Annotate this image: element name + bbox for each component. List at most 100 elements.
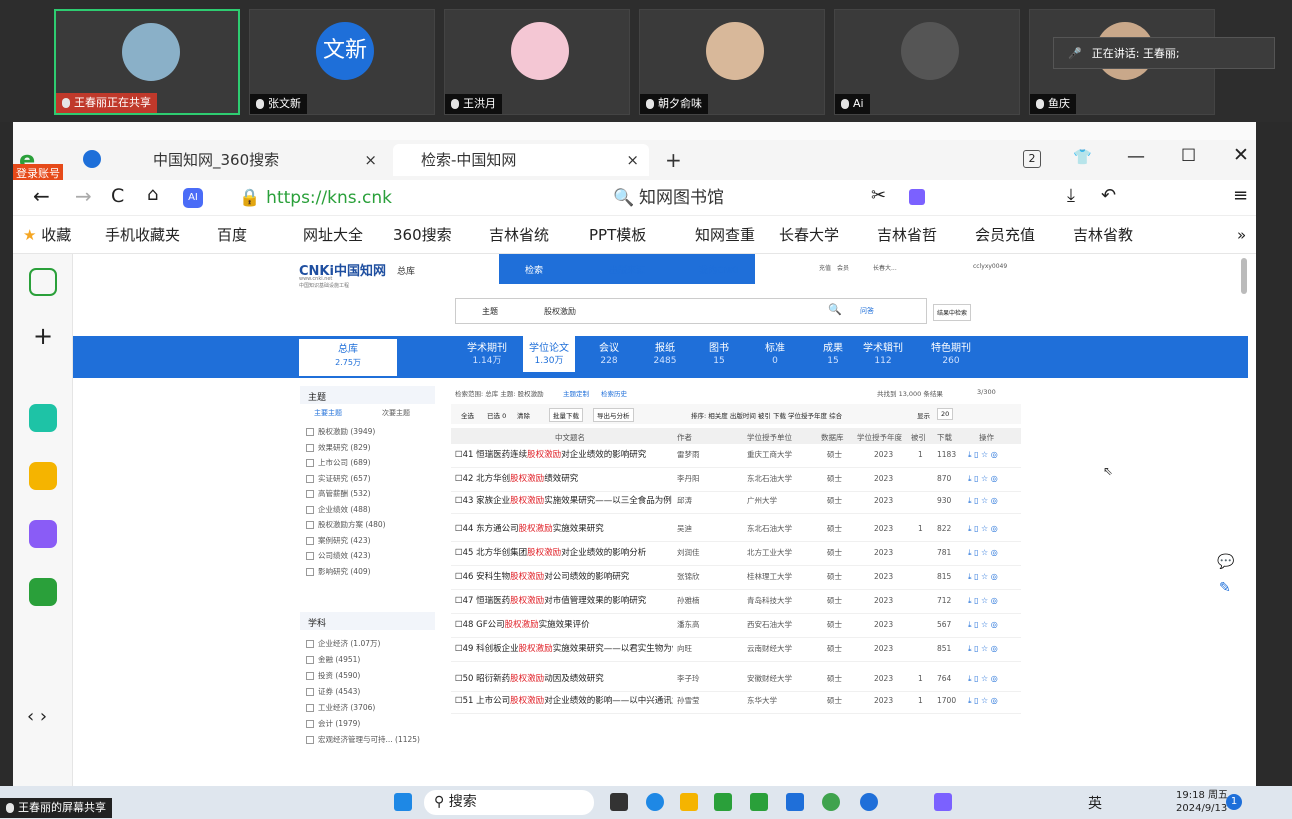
topic-filter-item[interactable]: 公司绩效 (423) bbox=[306, 550, 371, 561]
result-action-icons[interactable]: ⤓ ▯ ☆ ◎ bbox=[968, 670, 998, 688]
per-page-select[interactable]: 20 bbox=[937, 408, 954, 420]
tab-360-search[interactable]: 中国知网_360搜索 × bbox=[125, 144, 387, 176]
select-all-checkbox[interactable]: 全选 bbox=[461, 410, 474, 420]
clock[interactable]: 19:18 周五 2024/9/13 bbox=[1176, 789, 1228, 815]
participant-tile-4[interactable]: 朝夕俞味 bbox=[639, 9, 825, 115]
result-author[interactable]: 张锦欣 bbox=[677, 568, 700, 586]
result-action-icons[interactable]: ⤓ ▯ ☆ ◎ bbox=[968, 640, 998, 658]
result-action-icons[interactable]: ⤓ ▯ ☆ ◎ bbox=[968, 616, 998, 634]
sidebar-collapse-icon[interactable]: ‹ › bbox=[27, 706, 47, 727]
app-icon[interactable] bbox=[29, 404, 57, 432]
result-row[interactable]: ☐48 GF公司股权激励实施效果评价 潘东高 西安石油大学 硕士 2023 567 ⤓ ▯ … bbox=[451, 616, 1021, 638]
bookmark-baidu[interactable]: 百度 bbox=[217, 216, 247, 254]
result-author[interactable]: 孙雪莹 bbox=[677, 692, 700, 710]
result-title[interactable]: ☐47 恒瑞医药股权激励对市值管理效果的影响研究 bbox=[455, 592, 646, 610]
favorite-icon[interactable] bbox=[29, 462, 57, 490]
result-row[interactable]: ☐49 科创板企业股权激励实施效果研究——以君实生物为例 向旺 云南财经大学 硕士 20… bbox=[451, 640, 1021, 662]
tab-secondary-topic[interactable]: 次要主题 bbox=[382, 408, 410, 418]
result-unit[interactable]: 东华大学 bbox=[747, 692, 777, 710]
result-row[interactable]: ☐50 昭衍新药股权激励动因及绩效研究 李子玲 安徽财经大学 硕士 2023 1 764 ⤓ … bbox=[451, 670, 1021, 692]
tab-count-button[interactable]: 2 bbox=[1023, 150, 1041, 168]
result-author[interactable]: 刘润佳 bbox=[677, 544, 700, 562]
member-link[interactable]: 会员 bbox=[837, 263, 849, 272]
participant-tile-2[interactable]: 文新 张文新 bbox=[249, 9, 435, 115]
result-unit[interactable]: 安徽财经大学 bbox=[747, 670, 792, 688]
start-icon[interactable] bbox=[394, 793, 412, 811]
result-action-icons[interactable]: ⤓ ▯ ☆ ◎ bbox=[968, 692, 998, 710]
menu-icon[interactable]: ≡ bbox=[1233, 185, 1248, 206]
scissors-icon[interactable]: ✂ bbox=[871, 185, 886, 206]
subject-filter-item[interactable]: 工业经济 (3706) bbox=[306, 702, 375, 713]
result-unit[interactable]: 云南财经大学 bbox=[747, 640, 792, 658]
search-field[interactable]: 知网图书馆 bbox=[639, 183, 724, 213]
result-author[interactable]: 吴迪 bbox=[677, 520, 692, 538]
topic-filter-item[interactable]: 案例研究 (423) bbox=[306, 535, 371, 546]
institution-link[interactable]: 长春大... bbox=[873, 263, 897, 272]
qq-icon[interactable] bbox=[860, 793, 878, 811]
feedback-icon[interactable]: 💬 bbox=[1217, 554, 1234, 570]
ask-button[interactable]: 问答 bbox=[860, 306, 874, 316]
nav-my-cnki[interactable]: 我的CNKI bbox=[699, 263, 739, 276]
scrollbar[interactable] bbox=[1241, 258, 1247, 294]
result-title[interactable]: ☐46 安科生物股权激励对公司绩效的影响研究 bbox=[455, 568, 629, 586]
task-view-icon[interactable] bbox=[610, 793, 628, 811]
home-button[interactable]: ⌂ bbox=[147, 184, 158, 205]
ai-icon[interactable]: AI bbox=[183, 188, 203, 208]
bookmark-cnki-check[interactable]: 知网查重 bbox=[695, 216, 755, 254]
topic-filter-item[interactable]: 效果研究 (829) bbox=[306, 442, 371, 453]
result-author[interactable]: 邱涛 bbox=[677, 492, 692, 510]
result-title[interactable]: ☐41 恒瑞医药连续股权激励对企业绩效的影响研究 bbox=[455, 446, 646, 464]
search-history-link[interactable]: 检索历史 bbox=[601, 388, 627, 398]
bookmark-ppt[interactable]: PPT模板 bbox=[589, 216, 646, 254]
result-row[interactable]: ☐43 家族企业股权激励实施效果研究——以三全食品为例 邱涛 广州大学 硕士 2023 9… bbox=[451, 492, 1021, 514]
col-unit[interactable]: 学位授予单位 bbox=[747, 432, 792, 443]
topic-filter-item[interactable]: 股权激励方案 (480) bbox=[306, 519, 386, 530]
nav-search[interactable]: 检索 bbox=[525, 263, 543, 276]
result-row[interactable]: ☐44 东方通公司股权激励实施效果研究 吴迪 东北石油大学 硕士 2023 1 822 ⤓ ▯… bbox=[451, 520, 1021, 542]
result-search-button[interactable]: 结果中检索 bbox=[933, 304, 972, 321]
result-action-icons[interactable]: ⤓ ▯ ☆ ◎ bbox=[968, 492, 998, 510]
export-button[interactable]: 导出与分析 bbox=[593, 408, 634, 422]
undo-icon[interactable]: ↶ bbox=[1101, 185, 1116, 206]
result-unit[interactable]: 青岛科技大学 bbox=[747, 592, 792, 610]
ime-indicator[interactable]: 英 bbox=[1088, 793, 1102, 813]
result-action-icons[interactable]: ⤓ ▯ ☆ ◎ bbox=[968, 544, 998, 562]
result-unit[interactable]: 东北石油大学 bbox=[747, 520, 792, 538]
subject-filter-item[interactable]: 金融 (4951) bbox=[306, 654, 360, 665]
col-title[interactable]: 中文题名 bbox=[555, 432, 585, 443]
bookmark-jilin-stat[interactable]: 吉林省统 bbox=[489, 216, 549, 254]
result-author[interactable]: 潘东高 bbox=[677, 616, 700, 634]
clear-button[interactable]: 清除 bbox=[517, 410, 530, 420]
recharge-link[interactable]: 充值 bbox=[819, 263, 831, 272]
result-unit[interactable]: 重庆工商大学 bbox=[747, 446, 792, 464]
tab-main-topic[interactable]: 主要主题 bbox=[314, 408, 342, 418]
topic-filter-item[interactable]: 股权激励 (3949) bbox=[306, 426, 375, 437]
translate-icon[interactable] bbox=[909, 189, 925, 205]
address-bar[interactable]: 🔒 https://kns.cnk 🔍 知网图书馆 bbox=[239, 183, 795, 213]
ai-assistant-icon[interactable] bbox=[29, 520, 57, 548]
result-action-icons[interactable]: ⤓ ▯ ☆ ◎ bbox=[968, 446, 998, 464]
username-link[interactable]: cclyxy0049 bbox=[973, 263, 1007, 270]
close-icon[interactable]: × bbox=[626, 144, 639, 176]
tab-cnki-search[interactable]: 检索-中国知网 × bbox=[393, 144, 649, 176]
participant-tile-3[interactable]: 王洪月 bbox=[444, 9, 630, 115]
result-unit[interactable]: 广州大学 bbox=[747, 492, 777, 510]
result-author[interactable]: 李丹阳 bbox=[677, 470, 700, 488]
add-icon[interactable]: + bbox=[29, 322, 57, 350]
category-tab-8[interactable]: 特色期刊 260 bbox=[925, 342, 977, 368]
send-icon[interactable] bbox=[83, 150, 101, 168]
category-tab-6[interactable]: 成果 15 bbox=[807, 342, 859, 368]
result-title[interactable]: ☐48 GF公司股权激励实施效果评价 bbox=[455, 616, 590, 634]
topic-filter-item[interactable]: 上市公司 (689) bbox=[306, 457, 371, 468]
subject-filter-item[interactable]: 宏观经济管理与可持... (1125) bbox=[306, 734, 420, 745]
pencil-icon[interactable]: ✎ bbox=[1219, 580, 1231, 596]
category-tab-3[interactable]: 报纸 2485 bbox=[639, 342, 691, 368]
home-icon[interactable] bbox=[29, 268, 57, 296]
app-icon[interactable] bbox=[822, 793, 840, 811]
result-title[interactable]: ☐43 家族企业股权激励实施效果研究——以三全食品为例 bbox=[455, 492, 672, 510]
bookmark-ccu[interactable]: 长春大学 bbox=[779, 216, 839, 254]
topic-custom-link[interactable]: 主题定制 bbox=[563, 388, 589, 398]
bookmark-360[interactable]: 360搜索 bbox=[393, 216, 452, 254]
result-row[interactable]: ☐45 北方华创集团股权激励对企业绩效的影响分析 刘润佳 北方工业大学 硕士 2023 7… bbox=[451, 544, 1021, 566]
category-tab-4[interactable]: 图书 15 bbox=[693, 342, 745, 368]
